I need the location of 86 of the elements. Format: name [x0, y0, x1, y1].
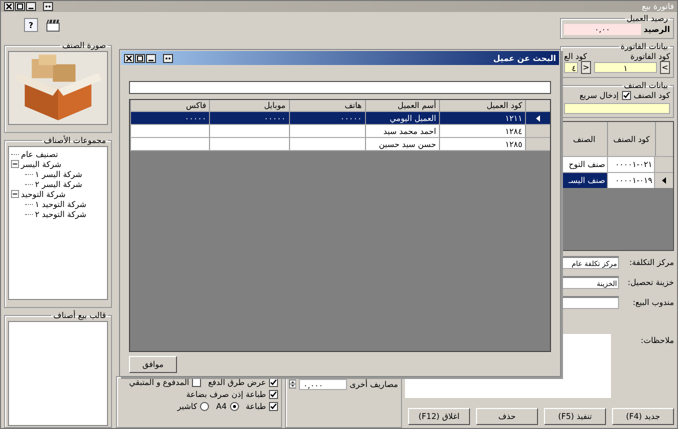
tree-item[interactable]: شركة التوحيد [21, 190, 66, 198]
field-label: خزينة تحصيل: [626, 278, 674, 287]
customer-code-label: كود الع [564, 52, 587, 61]
checkbox-label: المدفوع و المتبقي [129, 378, 190, 387]
table-cell: ٠٠٠٠٠ [184, 114, 206, 122]
column-header[interactable]: هاتف [288, 100, 365, 111]
checkbox-label: إدخال سريع [580, 91, 619, 100]
close-icon[interactable] [4, 2, 14, 11]
dialog-title: البحث عن عميل [493, 54, 556, 62]
restore-icon[interactable] [163, 54, 173, 62]
table-cell: صنف التوح [561, 157, 608, 172]
table-cell: ١٢١١ [505, 114, 522, 122]
column-header[interactable]: أسم العميل [364, 100, 440, 111]
checkbox[interactable] [269, 402, 278, 411]
field-label: مندوب البيع: [632, 298, 674, 307]
table-cell: صنف اليسـ [561, 173, 608, 188]
radio-button[interactable] [230, 402, 239, 411]
clapperboard-icon[interactable] [46, 18, 60, 32]
group-title: بيانات الصنف [622, 81, 669, 90]
table-cell: احمد محمد سيد [383, 126, 436, 136]
tree-item[interactable]: شركة التوحيد ٢ [35, 210, 86, 218]
minimize-icon[interactable] [146, 54, 156, 62]
table-cell: حسن سيد حسين [378, 140, 436, 148]
column-header[interactable]: موبايل [209, 100, 288, 111]
template-list[interactable] [8, 321, 108, 426]
checkbox[interactable] [269, 390, 278, 399]
action-button[interactable]: حذف [476, 408, 538, 425]
invoice-code-field[interactable]: ١ [594, 62, 657, 73]
group-title: بيانات الفاتورة [620, 42, 669, 51]
checkbox[interactable] [622, 91, 631, 100]
group-title: صورة الصنف [61, 41, 107, 50]
minimize-icon[interactable] [26, 2, 36, 11]
tree-item[interactable]: شركة اليسر ٢ [35, 180, 82, 188]
window-title: فاتورة بيع [642, 2, 674, 11]
checkbox-label: عرض طرق الدفع [208, 378, 266, 387]
group-title: رصيد العميل [626, 14, 669, 23]
table-row[interactable]: ١٢٨٥ حسن سيد حسين [130, 138, 550, 151]
expenses-label: مصاريف أخرى [350, 380, 398, 388]
ok-button[interactable]: موافق [129, 356, 177, 373]
spinner-icon[interactable] [289, 378, 296, 390]
collapse-icon[interactable] [11, 160, 19, 168]
tree-item[interactable]: شركة التوحيد ١ [35, 200, 86, 208]
row-pointer-icon [536, 114, 540, 122]
previous-button[interactable]: < [581, 61, 591, 74]
restore-icon[interactable] [43, 2, 53, 11]
invoice-code-label: كود الفاتورة [630, 52, 670, 61]
item-code-label: كود الصنف [634, 91, 670, 100]
table-cell: ٠٢١-٠٠٠٠١ [608, 157, 656, 172]
maximize-icon[interactable] [135, 54, 145, 62]
table-cell: ١٢٨٥ [505, 140, 522, 148]
radio-label: كاشير [177, 402, 198, 411]
item-code-field[interactable] [564, 103, 670, 114]
checkbox-label: طباعة [246, 402, 266, 411]
maximize-icon[interactable] [15, 2, 25, 11]
close-icon[interactable] [124, 54, 134, 62]
search-field[interactable] [129, 81, 551, 94]
action-button[interactable]: اغلاق (F12) [408, 408, 470, 425]
column-header[interactable]: كود العميل [439, 100, 526, 111]
group-title: مجموعات الأصناف [42, 136, 107, 145]
table-cell: ١٢٨٤ [505, 126, 522, 136]
notes-label: ملاحظات: [640, 335, 674, 345]
table-row[interactable]: ١٢٨٤ احمد محمد سيد [130, 125, 550, 138]
action-button[interactable]: تنفيذ (F5) [544, 408, 606, 425]
checkbox-label: طباعة إذن صرف بضاعة [186, 390, 266, 399]
action-button[interactable]: جديد (F4) [612, 408, 674, 425]
table-cell: ٠١٩-٠٠٠٠١ [608, 173, 656, 188]
tree-item[interactable]: شركة اليسر ١ [35, 170, 82, 178]
column-header[interactable]: فاكس [130, 100, 210, 111]
tree-item[interactable]: تصنيف عام [21, 150, 58, 158]
customer-code-field[interactable]: ٤ [564, 62, 578, 73]
radio-label: A4 [216, 402, 227, 411]
next-button[interactable]: > [660, 61, 670, 74]
expenses-field[interactable]: ٠,٠٠٠ [299, 378, 347, 390]
table-row[interactable]: ١٢١١ العميل اليومي ٠٠٠٠٠ ٠٠٠٠٠ ٠٠٠٠٠ [130, 112, 550, 125]
radio-button[interactable] [200, 402, 210, 411]
help-button[interactable]: ? [24, 18, 38, 32]
collapse-icon[interactable] [11, 190, 19, 198]
group-title: قالب بيع أصناف [52, 311, 107, 320]
input-field[interactable] [560, 296, 619, 309]
table-cell: العميل اليومي [390, 114, 436, 122]
table-cell: ٠٠٠٠٠ [340, 114, 362, 122]
tree-item[interactable]: شركة اليسر [21, 160, 62, 168]
balance-label: الرصيد [644, 25, 670, 34]
field-label: مركز التكلفة: [628, 258, 674, 267]
balance-field: ٠,٠٠ [564, 24, 641, 35]
table-cell: ٠٠٠٠٠ [264, 114, 286, 122]
